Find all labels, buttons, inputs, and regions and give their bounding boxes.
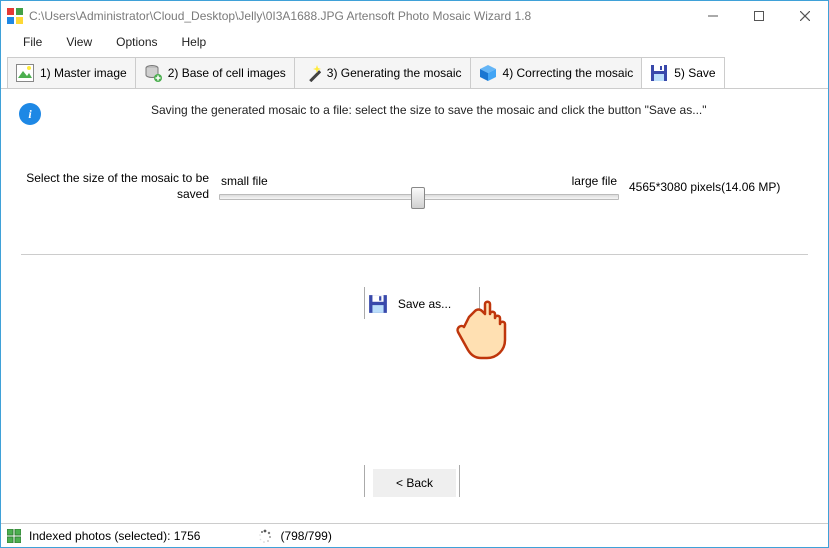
tab-label: 2) Base of cell images	[168, 66, 286, 80]
size-slider-area: Select the size of the mosaic to be save…	[19, 171, 810, 202]
floppy-icon	[650, 64, 668, 82]
slider-small-label: small file	[221, 174, 268, 188]
slider-value-text: 4565*3080 pixels(14.06 MP)	[619, 180, 780, 194]
box-icon	[479, 64, 497, 82]
window-title: C:\Users\Administrator\Cloud_Desktop\Jel…	[29, 9, 690, 23]
divider	[479, 287, 480, 319]
spinner-icon	[258, 529, 272, 543]
maximize-button[interactable]	[736, 1, 782, 31]
tab-bar: 1) Master image 2) Base of cell images 3…	[1, 53, 828, 89]
size-slider[interactable]	[219, 194, 619, 200]
menu-help[interactable]: Help	[170, 33, 219, 51]
save-as-button[interactable]: Save as...	[359, 289, 470, 319]
tab-label: 3) Generating the mosaic	[327, 66, 462, 80]
tab-label: 1) Master image	[40, 66, 127, 80]
wand-icon	[303, 64, 321, 82]
divider	[364, 287, 365, 319]
picture-icon	[16, 64, 34, 82]
tab-base-images[interactable]: 2) Base of cell images	[135, 57, 295, 88]
info-icon: i	[19, 103, 41, 125]
tab-label: 4) Correcting the mosaic	[503, 66, 634, 80]
indexed-icon	[7, 529, 21, 543]
tab-generating[interactable]: 3) Generating the mosaic	[294, 57, 471, 88]
tab-save[interactable]: 5) Save	[641, 57, 724, 88]
status-progress-text: (798/799)	[280, 529, 331, 543]
status-indexed-text: Indexed photos (selected): 1756	[29, 529, 200, 543]
divider	[459, 465, 460, 497]
database-plus-icon	[144, 64, 162, 82]
info-text: Saving the generated mosaic to a file: s…	[151, 103, 707, 117]
titlebar: C:\Users\Administrator\Cloud_Desktop\Jel…	[1, 1, 828, 31]
tab-correcting[interactable]: 4) Correcting the mosaic	[470, 57, 643, 88]
menu-file[interactable]: File	[11, 33, 54, 51]
slider-large-label: large file	[572, 174, 617, 188]
close-button[interactable]	[782, 1, 828, 31]
app-icon	[7, 8, 23, 24]
minimize-button[interactable]	[690, 1, 736, 31]
divider	[364, 465, 365, 497]
save-as-label: Save as...	[398, 297, 451, 311]
slider-caption: Select the size of the mosaic to be save…	[19, 171, 219, 202]
tab-master-image[interactable]: 1) Master image	[7, 57, 136, 88]
menu-options[interactable]: Options	[104, 33, 169, 51]
menu-view[interactable]: View	[54, 33, 104, 51]
back-button[interactable]: < Back	[373, 469, 456, 497]
slider-thumb[interactable]	[411, 187, 425, 209]
menubar: File View Options Help	[1, 31, 828, 53]
floppy-icon	[368, 294, 388, 314]
divider	[21, 254, 808, 255]
tab-label: 5) Save	[674, 66, 715, 80]
content-area: i Saving the generated mosaic to a file:…	[1, 89, 828, 511]
status-bar: Indexed photos (selected): 1756 (798/799…	[1, 523, 828, 547]
